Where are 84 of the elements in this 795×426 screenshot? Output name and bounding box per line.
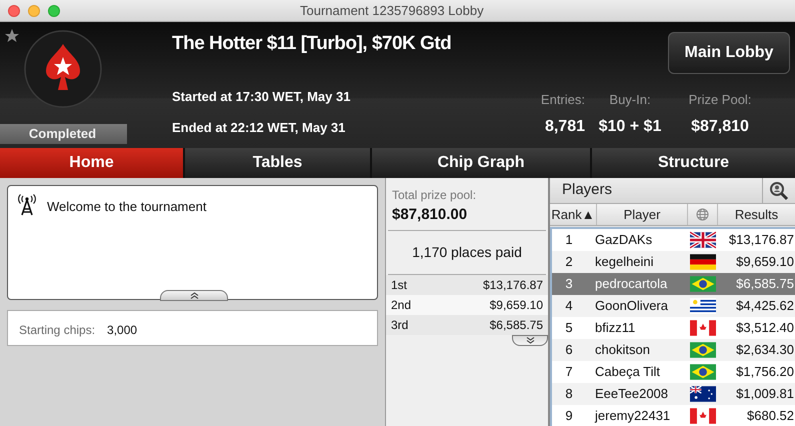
flag-icon (690, 253, 716, 271)
result-cell-text: $2,634.30 (735, 341, 795, 360)
tab[interactable]: Tables (185, 148, 370, 178)
stat-label: Prize Pool: (688, 91, 752, 109)
rank-cell-text: 8 (564, 385, 574, 404)
spade-logo-icon (24, 30, 102, 108)
flag-icon (690, 341, 716, 359)
player-row[interactable]: 6 chokitson $2,634.30 (552, 339, 795, 361)
result-cell-text: $3,512.40 (735, 319, 795, 338)
result-cell-text: $1,009.81 (735, 385, 795, 404)
tournament-title: The Hotter $11 [Turbo], $70K Gtd (172, 32, 452, 56)
result-cell-text: $6,585.75 (735, 275, 795, 294)
player-name: EeeTee2008 (594, 385, 670, 404)
rank-cell-text: 6 (564, 341, 574, 360)
flag-icon (690, 275, 716, 293)
flag-icon (690, 297, 716, 315)
star-icon[interactable] (5, 29, 19, 43)
tab[interactable]: Chip Graph (372, 148, 590, 178)
flag-icon (690, 231, 716, 249)
player-name: jeremy22431 (594, 407, 672, 426)
player-name: pedrocartola (594, 275, 668, 294)
prize-place: 2nd (391, 296, 412, 314)
player-name: GazDAKs (594, 231, 654, 250)
end-time: Ended at 22:12 WET, May 31 (172, 119, 346, 137)
prize-amount: $6,585.75 (490, 316, 543, 334)
prize-place: 3rd (391, 316, 408, 334)
window-title: Tournament 1235796893 Lobby (300, 2, 484, 20)
stat-label: Entries: (540, 91, 585, 109)
search-icon (769, 180, 789, 200)
flag-icon (690, 407, 716, 425)
players-title: Players (561, 180, 612, 200)
globe-icon[interactable] (696, 208, 709, 221)
stat-value: 8,781 (544, 116, 585, 136)
player-row[interactable]: 4 GoonOlivera $4,425.62 (552, 295, 795, 317)
player-name: Cabeça Tilt (594, 363, 662, 382)
rank-cell-text: 2 (564, 253, 574, 272)
status-ribbon: Completed (0, 124, 126, 144)
total-prize-value: $87,810.00 (392, 205, 468, 225)
player-name: kegelheini (594, 253, 655, 272)
column-header[interactable]: Results (718, 204, 795, 225)
stat-value: $87,810 (691, 116, 749, 136)
rank-cell-text: 9 (564, 407, 574, 426)
player-name: chokitson (594, 341, 651, 360)
result-cell-text: $13,176.87 (728, 231, 795, 250)
result-cell-text: $1,756.20 (735, 363, 795, 382)
prize-amount: $13,176.87 (482, 276, 543, 294)
expand-tab[interactable] (512, 334, 548, 346)
stat-label: Buy-In: (609, 91, 651, 109)
zoom-window-button[interactable] (48, 4, 60, 16)
player-row[interactable]: 2 kegelheini $9,659.10 (552, 251, 795, 273)
starting-chips-label: Starting chips: (19, 322, 96, 339)
column-header[interactable]: Player (597, 204, 688, 225)
player-name: GoonOlivera (594, 297, 669, 316)
prize-place: 1st (391, 276, 408, 294)
rank-cell-text: 7 (564, 363, 574, 382)
player-name: bfizz11 (594, 319, 636, 338)
tab[interactable]: Home (0, 148, 183, 178)
places-paid: 1,170 places paid (412, 242, 522, 262)
player-row[interactable]: 8 EeeTee2008 $1,009.81 (552, 383, 795, 405)
rank-cell-text: 1 (564, 231, 574, 250)
player-row[interactable]: 3 pedrocartola $6,585.75 (552, 273, 795, 295)
stat-value: $10 + $1 (598, 116, 662, 136)
rank-cell-text: 5 (564, 319, 574, 338)
rank-cell-text: 4 (564, 297, 574, 316)
main-lobby-button[interactable]: Main Lobby (668, 32, 790, 74)
result-cell-text: $9,659.10 (735, 253, 795, 272)
double-chevron-up-icon (190, 292, 198, 299)
flag-icon (690, 385, 716, 403)
column-header[interactable]: Rank▲ (550, 204, 597, 225)
rank-cell-text: 3 (564, 275, 574, 294)
welcome-message: Welcome to the tournament (47, 198, 206, 216)
prize-amount: $9,659.10 (490, 296, 543, 314)
starting-chips-value: 3,000 (107, 322, 138, 339)
expand-tab[interactable] (160, 290, 228, 301)
start-time: Started at 17:30 WET, May 31 (172, 88, 352, 106)
antenna-icon (17, 194, 37, 216)
close-window-button[interactable] (8, 4, 20, 16)
total-prize-label: Total prize pool: (392, 187, 478, 204)
result-cell-text: $4,425.62 (735, 297, 795, 316)
tab[interactable]: Structure (592, 148, 795, 178)
flag-icon (690, 363, 716, 381)
double-chevron-down-icon (526, 336, 534, 344)
flag-icon (690, 319, 716, 337)
result-cell-text: $680.52 (746, 407, 795, 426)
